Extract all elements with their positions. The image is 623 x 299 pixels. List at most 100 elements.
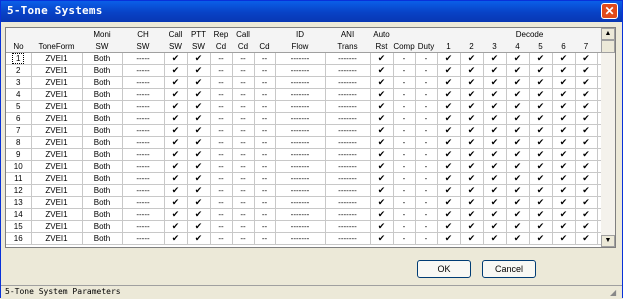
checkbox-cell[interactable]: ✔ [575, 172, 598, 185]
checkbox-cell[interactable]: ✔ [437, 76, 461, 89]
checkbox-cell[interactable]: ✔ [437, 88, 461, 101]
grid-cell[interactable]: -- [232, 88, 255, 101]
checkbox-cell[interactable]: ✔ [575, 100, 598, 113]
grid-cell[interactable]: ZVEI1 [31, 232, 83, 245]
checkbox-cell[interactable]: ✔ [370, 76, 394, 89]
grid-cell[interactable]: - [415, 52, 438, 65]
checkbox-cell[interactable]: ✔ [575, 112, 598, 125]
grid-cell[interactable]: - [393, 124, 416, 137]
grid-cell[interactable]: - [393, 64, 416, 77]
grid-cell[interactable]: - [415, 172, 438, 185]
checkbox-cell[interactable]: ✔ [437, 208, 461, 221]
grid-cell[interactable]: -- [210, 232, 233, 245]
checkbox-cell[interactable]: ✔ [187, 196, 211, 209]
checkbox-cell[interactable]: ✔ [575, 76, 598, 89]
grid-cell[interactable]: ----- [122, 88, 165, 101]
checkbox-cell[interactable]: ✔ [370, 88, 394, 101]
grid-cell[interactable]: ----- [122, 220, 165, 233]
grid-cell[interactable]: -- [210, 160, 233, 173]
checkbox-cell[interactable]: ✔ [164, 184, 188, 197]
checkbox-cell[interactable]: ✔ [483, 232, 507, 245]
grid-cell[interactable]: - [393, 76, 416, 89]
grid-cell[interactable]: - [393, 88, 416, 101]
grid-cell[interactable]: ------- [275, 208, 326, 221]
scroll-down-button[interactable]: ▼ [601, 235, 615, 247]
grid-cell[interactable]: Both [82, 124, 123, 137]
grid-cell[interactable]: ZVEI1 [31, 208, 83, 221]
checkbox-cell[interactable]: ✔ [437, 136, 461, 149]
checkbox-cell[interactable]: ✔ [575, 208, 598, 221]
scroll-up-button[interactable]: ▲ [601, 28, 615, 40]
grid-cell[interactable]: ------- [275, 196, 326, 209]
grid-cell[interactable]: ZVEI1 [31, 136, 83, 149]
grid-cell[interactable]: -- [210, 124, 233, 137]
grid-cell[interactable]: ------- [275, 52, 326, 65]
grid-cell[interactable]: ZVEI1 [31, 220, 83, 233]
checkbox-cell[interactable]: ✔ [483, 196, 507, 209]
grid-cell[interactable]: ------- [325, 136, 371, 149]
table-row[interactable]: 13 ZVEI1 Both ----- ✔ ✔ -- -- -- ------- ------- ✔ -… [6, 196, 615, 209]
grid-cell[interactable]: ------- [275, 232, 326, 245]
grid-cell[interactable]: - [415, 64, 438, 77]
checkbox-cell[interactable]: ✔ [552, 88, 576, 101]
checkbox-cell[interactable]: ✔ [552, 136, 576, 149]
grid-cell[interactable]: ----- [122, 64, 165, 77]
scroll-thumb[interactable] [601, 40, 615, 53]
grid-cell[interactable]: ------- [325, 112, 371, 125]
grid-cell[interactable]: ZVEI1 [31, 76, 83, 89]
grid-cell[interactable]: Both [82, 100, 123, 113]
grid-cell[interactable]: ZVEI1 [31, 100, 83, 113]
checkbox-cell[interactable]: ✔ [164, 160, 188, 173]
grid-cell[interactable]: ------- [325, 64, 371, 77]
grid-cell[interactable]: ----- [122, 112, 165, 125]
grid-cell[interactable]: - [393, 160, 416, 173]
checkbox-cell[interactable]: ✔ [575, 148, 598, 161]
checkbox-cell[interactable]: ✔ [437, 232, 461, 245]
checkbox-cell[interactable]: ✔ [370, 112, 394, 125]
checkbox-cell[interactable]: ✔ [506, 148, 530, 161]
grid-cell[interactable]: - [415, 124, 438, 137]
grid-cell[interactable]: - [415, 100, 438, 113]
checkbox-cell[interactable]: ✔ [164, 100, 188, 113]
checkbox-cell[interactable]: ✔ [187, 64, 211, 77]
grid-cell[interactable]: - [415, 136, 438, 149]
table-row[interactable]: 5 ZVEI1 Both ----- ✔ ✔ -- -- -- ------- ------- ✔ - -… [6, 100, 615, 113]
checkbox-cell[interactable]: ✔ [529, 172, 553, 185]
checkbox-cell[interactable]: ✔ [506, 100, 530, 113]
checkbox-cell[interactable]: ✔ [460, 52, 484, 65]
grid-cell[interactable]: -- [254, 124, 276, 137]
checkbox-cell[interactable]: ✔ [187, 124, 211, 137]
checkbox-cell[interactable]: ✔ [483, 184, 507, 197]
checkbox-cell[interactable]: ✔ [370, 124, 394, 137]
checkbox-cell[interactable]: ✔ [370, 64, 394, 77]
grid-cell[interactable]: - [393, 136, 416, 149]
table-row[interactable]: 10 ZVEI1 Both ----- ✔ ✔ -- -- -- ------- ------- ✔ -… [6, 160, 615, 173]
checkbox-cell[interactable]: ✔ [552, 232, 576, 245]
grid-cell[interactable]: - [393, 100, 416, 113]
checkbox-cell[interactable]: ✔ [187, 160, 211, 173]
grid-cell[interactable]: -- [254, 184, 276, 197]
checkbox-cell[interactable]: ✔ [529, 184, 553, 197]
checkbox-cell[interactable]: ✔ [370, 148, 394, 161]
grid-cell[interactable]: ------- [325, 196, 371, 209]
grid-cell[interactable]: - [393, 220, 416, 233]
grid-cell[interactable]: ------- [325, 52, 371, 65]
checkbox-cell[interactable]: ✔ [506, 124, 530, 137]
grid-cell[interactable]: - [415, 88, 438, 101]
checkbox-cell[interactable]: ✔ [483, 160, 507, 173]
grid-cell[interactable]: Both [82, 196, 123, 209]
checkbox-cell[interactable]: ✔ [552, 124, 576, 137]
grid-cell[interactable]: ZVEI1 [31, 88, 83, 101]
checkbox-cell[interactable]: ✔ [437, 184, 461, 197]
grid-cell[interactable]: Both [82, 220, 123, 233]
grid-cell[interactable]: ----- [122, 52, 165, 65]
checkbox-cell[interactable]: ✔ [529, 196, 553, 209]
grid-cell[interactable]: - [393, 232, 416, 245]
checkbox-cell[interactable]: ✔ [552, 100, 576, 113]
checkbox-cell[interactable]: ✔ [483, 88, 507, 101]
grid-cell[interactable]: -- [210, 100, 233, 113]
checkbox-cell[interactable]: ✔ [460, 196, 484, 209]
checkbox-cell[interactable]: ✔ [575, 196, 598, 209]
checkbox-cell[interactable]: ✔ [552, 196, 576, 209]
grid-cell[interactable]: -- [232, 196, 255, 209]
